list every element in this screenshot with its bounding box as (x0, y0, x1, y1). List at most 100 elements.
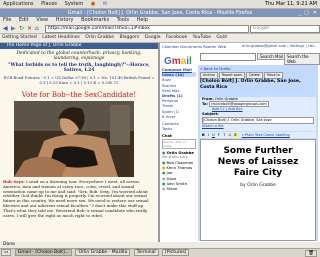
menu-bookmarks[interactable]: Bookmarks (81, 17, 109, 24)
vote-heading[interactable]: Vote for Bob--the SexCandidate! (0, 91, 158, 100)
format-bold-button[interactable]: B (202, 133, 205, 137)
search-web-button[interactable]: Search the Web (284, 53, 320, 65)
format-italic-button[interactable]: I (208, 133, 209, 137)
mail-search-input[interactable] (200, 53, 256, 61)
menu-help[interactable]: Help (137, 17, 148, 24)
firefox-launcher-icon[interactable]: ● (91, 0, 95, 8)
archive-button[interactable]: Archive (200, 72, 218, 79)
message-subject: [Cholon Bolt] J. Orlin Grabbe, San Jose,… (200, 79, 301, 90)
menu-view[interactable]: View (36, 17, 48, 24)
folder-more[interactable]: 6 more (162, 114, 196, 119)
page-header: The Home Page of J. Orlin Grabbe (0, 43, 158, 49)
move-to-button[interactable]: Move to (263, 72, 283, 79)
candidate-photo-graphic (14, 101, 134, 177)
quote: "What forbids us to tell the truth, laug… (8, 63, 150, 73)
places-menu[interactable]: Places (41, 0, 57, 8)
chat-search-input[interactable]: Search, add, or invite (162, 138, 196, 149)
account-links[interactable]: orlin.grabbe@gmail.com | Settings | Help… (242, 44, 318, 49)
format-size-button[interactable]: T (223, 133, 225, 137)
reload-icon[interactable]: ↻ (19, 25, 24, 32)
format-highlight-button[interactable]: B (234, 133, 237, 137)
compose-form: From: Orlin Grabbe To: cholonbolt@google… (200, 97, 316, 131)
window-title: Gmail - [Cholon Bolt] J. Orlin Grabbe, S… (67, 10, 253, 16)
bookmark-item[interactable]: Bloggers (119, 34, 139, 42)
taskbar-item[interactable]: [Pictures] (162, 249, 190, 256)
format-toolbar: B I U F T A B « Plain Text Check Spellin… (200, 132, 316, 138)
search-placeholder: Google (253, 26, 269, 31)
message-area: « Back to Drafts Archive Report spam Del… (198, 65, 318, 241)
applications-menu[interactable]: Applications (3, 0, 34, 8)
attach-file-link[interactable]: Attach a file (200, 124, 316, 129)
message-body-editor[interactable]: Some Further News of Laissez Faire City … (200, 139, 316, 241)
gmail-pane: Calendar Documents Reader Web orlin.grab… (160, 43, 320, 242)
url-bar[interactable]: https://mail.google.com/mail/?shva=1#inb… (45, 25, 249, 33)
bookmark-item[interactable]: Latest Headlines (42, 34, 80, 42)
bookmark-item[interactable]: YouTube (193, 34, 211, 42)
url-text: https://mail.google.com/mail/?shva=1#inb… (48, 26, 150, 31)
taskbar-item[interactable]: Terminal (133, 249, 159, 256)
status-dot-icon: ● (162, 186, 166, 192)
bookmark-item[interactable]: Google (145, 34, 161, 42)
topnav-link[interactable]: Documents (180, 44, 202, 49)
window-maximize-icon[interactable]: □ (304, 9, 309, 17)
topnav-link[interactable]: Web (218, 44, 226, 49)
menu-bar: File Edit View History Bookmarks Tools H… (0, 17, 320, 24)
topnav-link[interactable]: Reader (203, 44, 216, 49)
tagline: Dedicated to the global counterhack: pri… (16, 51, 142, 61)
gmail-sidebar: Compose Mail Inbox (10) Buzz Starred Sen… (162, 67, 196, 241)
gmail-logo[interactable]: Gmail (164, 51, 196, 67)
tasks-link[interactable]: Tasks (162, 126, 196, 131)
headline: Some Further News of Laissez Faire City (217, 146, 299, 178)
back-to-drafts-link[interactable]: « Back to Drafts (200, 66, 260, 71)
search-box[interactable]: Google (250, 25, 320, 33)
status-dot-icon: ● (162, 149, 166, 155)
subject-field[interactable]: [Cholon Bolt] J. Orlin Grabbe, San Jose (202, 117, 314, 124)
report-spam-button[interactable]: Report spam (219, 72, 246, 79)
bookmark-item[interactable]: Facebook (166, 34, 187, 42)
status-text: Done (3, 242, 15, 247)
gmail-topnav: Calendar Documents Reader Web (162, 44, 242, 49)
search-mail-button[interactable]: Search Mail (257, 53, 287, 60)
system-menu[interactable]: System (65, 0, 84, 8)
window-minimize-icon[interactable]: _ (299, 9, 302, 17)
menu-tools[interactable]: Tools (117, 17, 129, 24)
format-color-button[interactable]: A (229, 133, 231, 137)
gnome-top-panel: Applications Places System ● ✉ Thu Mar 1… (0, 0, 320, 9)
forward-icon[interactable]: ▶ (11, 25, 16, 32)
bob-text: I send on a listening tour. Everywhere I… (3, 179, 149, 218)
window-titlebar[interactable]: Gmail - [Cholon Bolt] J. Orlin Grabbe, S… (0, 9, 320, 17)
format-font-button[interactable]: F (218, 133, 220, 137)
taskbar-item[interactable]: Gmail - [Cholon Bolt]... (14, 249, 73, 256)
navigation-toolbar: ◀ ▶ ↻ ✕ ⌂ https://mail.google.com/mail/?… (0, 24, 320, 34)
chat-contact[interactable]: ● Steve (162, 186, 196, 191)
bookmarks-toolbar: Getting Started Latest Headlines Orlin G… (0, 34, 320, 43)
show-desktop-icon[interactable]: ▭ (1, 249, 12, 256)
clock[interactable]: Thu Mar 11, 9:21 AM (265, 0, 317, 8)
byline: by Orlin Grabbe (240, 183, 276, 188)
message-toolbar: Archive Report spam Delete Move to (200, 72, 316, 79)
window-close-icon[interactable]: ✕ (313, 9, 317, 17)
format-underline-button[interactable]: U (212, 133, 215, 137)
menu-edit[interactable]: Edit (19, 17, 29, 24)
taskbar-item[interactable]: Orlin Grabbe - Mozilla (75, 249, 131, 256)
bob-quote: Bob Says: I send on a listening tour. Ev… (3, 179, 155, 218)
delete-button[interactable]: Delete (246, 72, 263, 79)
left-browser-pane: The Home Page of J. Orlin Grabbe Dedicat… (0, 43, 158, 242)
bookmark-item[interactable]: Getting Started (2, 34, 37, 42)
mail-launcher-icon[interactable]: ✉ (103, 0, 107, 8)
gmail-logo-icon: Gmail (164, 56, 192, 67)
plain-text-link[interactable]: « Plain Text Check Spelling (242, 133, 290, 137)
bookmark-item[interactable]: Orlin Grabbe (85, 34, 114, 42)
svg-text:Gmail: Gmail (164, 56, 192, 66)
menu-file[interactable]: File (3, 17, 11, 24)
price-ticker: EUR Bond Futures - 0.1 = US Dollar 27.90… (3, 75, 155, 85)
candidate-photo (14, 101, 134, 177)
to-label: To: (202, 102, 208, 106)
topnav-link[interactable]: Calendar (162, 44, 179, 49)
chat-user: Orlin Grabbe (166, 149, 194, 155)
home-icon[interactable]: ⌂ (35, 25, 39, 32)
stop-icon[interactable]: ✕ (27, 25, 32, 32)
bookmark-item[interactable]: Gold (216, 34, 226, 42)
back-icon[interactable]: ◀ (3, 25, 8, 32)
menu-history[interactable]: History (56, 17, 74, 24)
